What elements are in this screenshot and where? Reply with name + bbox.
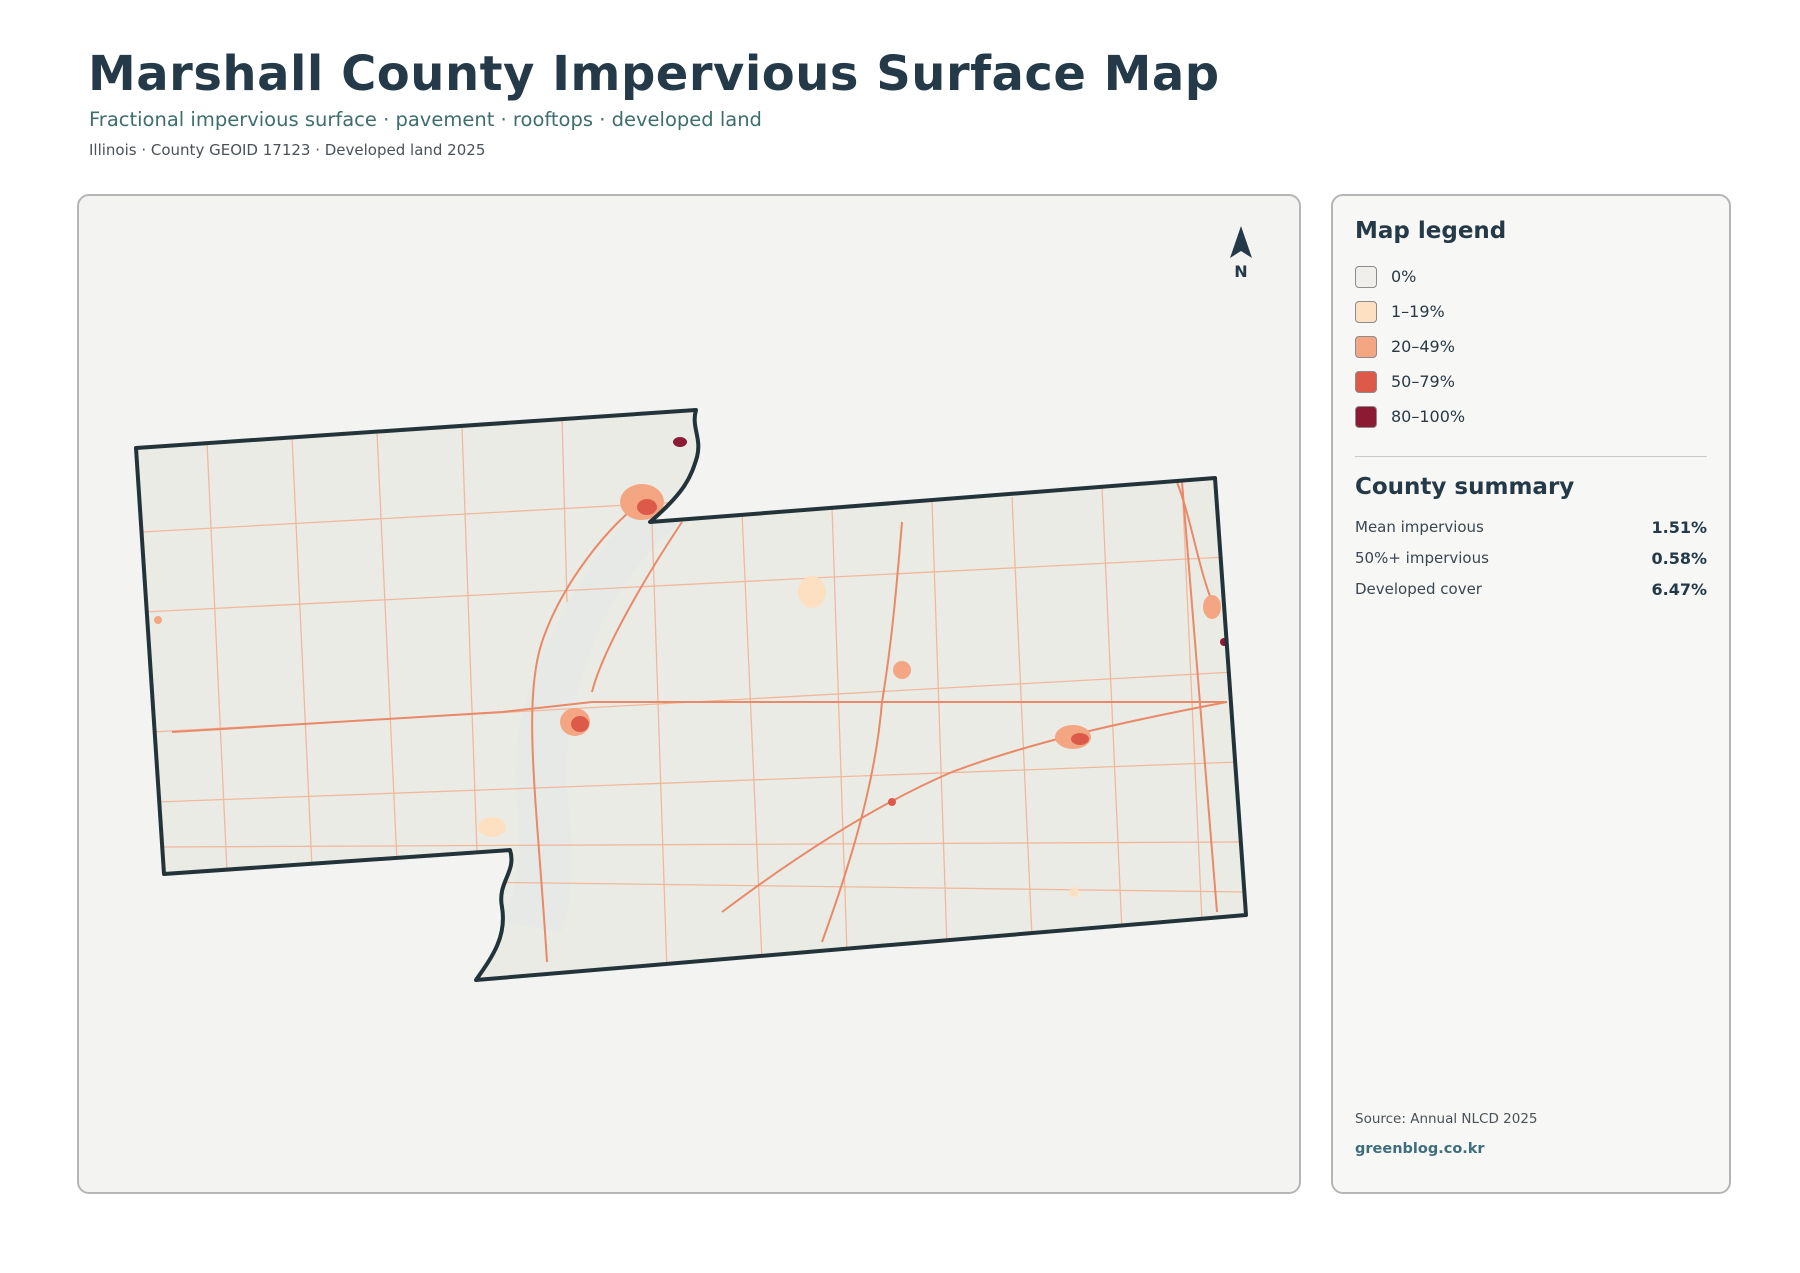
stat-row-50-plus: 50%+ impervious 0.58% — [1355, 549, 1707, 571]
summary-title: County summary — [1355, 474, 1575, 500]
map-panel[interactable] — [77, 194, 1301, 1194]
legend-label: 80–100% — [1391, 407, 1466, 426]
stat-row-mean: Mean impervious 1.51% — [1355, 518, 1707, 540]
legend-label: 20–49% — [1391, 337, 1455, 356]
county-map[interactable] — [79, 196, 1301, 1194]
legend-swatch — [1355, 371, 1377, 393]
legend-title: Map legend — [1355, 218, 1507, 244]
north-label: N — [1234, 262, 1248, 281]
legend-divider — [1355, 456, 1707, 457]
credit-link[interactable]: greenblog.co.kr — [1355, 1141, 1485, 1157]
legend-label: 1–19% — [1391, 302, 1445, 321]
stat-label: Mean impervious — [1355, 518, 1484, 536]
legend-panel: Map legend 0% 1–19% 20–49% 50–79% 80–100… — [1331, 194, 1731, 1194]
page-subtitle: Fractional impervious surface · pavement… — [89, 108, 762, 131]
legend-swatch — [1355, 406, 1377, 428]
legend-swatch — [1355, 336, 1377, 358]
page-title: Marshall County Impervious Surface Map — [88, 46, 1220, 102]
stat-value: 1.51% — [1651, 518, 1707, 537]
stat-value: 6.47% — [1651, 580, 1707, 599]
stat-row-developed: Developed cover 6.47% — [1355, 580, 1707, 602]
county-fill — [136, 410, 1246, 980]
legend-label: 50–79% — [1391, 372, 1455, 391]
source-note: Source: Annual NLCD 2025 — [1355, 1111, 1538, 1127]
page-meta: Illinois · County GEOID 17123 · Develope… — [89, 141, 486, 159]
stat-value: 0.58% — [1651, 549, 1707, 568]
legend-swatch — [1355, 266, 1377, 288]
legend-swatch — [1355, 301, 1377, 323]
stat-label: Developed cover — [1355, 580, 1482, 598]
stat-label: 50%+ impervious — [1355, 549, 1489, 567]
legend-label: 0% — [1391, 267, 1417, 286]
